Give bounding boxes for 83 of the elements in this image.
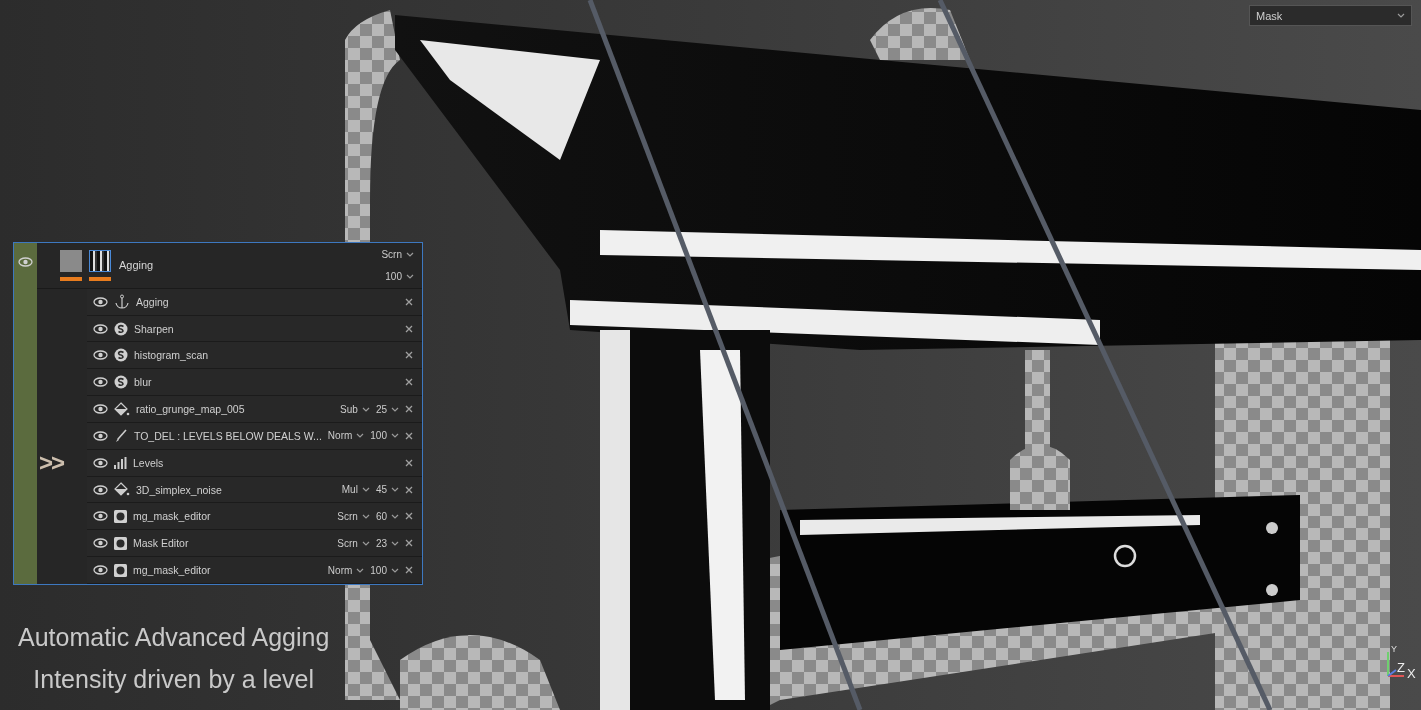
- eye-icon[interactable]: [92, 430, 108, 441]
- blend-mode-select[interactable]: Scrn: [337, 537, 370, 549]
- chevron-down-icon: [391, 513, 399, 519]
- effect-name: Sharpen: [133, 322, 175, 335]
- effect-name: histogram_scan: [133, 349, 210, 362]
- opacity-select[interactable]: 100: [370, 564, 399, 576]
- effect-name: blur: [133, 376, 153, 389]
- chevron-down-icon: [391, 487, 399, 493]
- axis-gizmo-drawing: Y ZX: [1380, 640, 1420, 682]
- blend-mode-select[interactable]: Sub: [340, 403, 370, 415]
- substance-icon: [113, 348, 128, 363]
- eye-icon[interactable]: [92, 404, 108, 415]
- effect-name: Levels: [132, 456, 165, 469]
- opacity-select[interactable]: 23: [375, 537, 399, 549]
- eye-icon[interactable]: [92, 377, 108, 388]
- close-icon[interactable]: [405, 566, 413, 575]
- chevron-down-icon: [356, 567, 365, 573]
- chevron-down-icon: [1397, 13, 1405, 18]
- effect-name: Mask Editor: [132, 537, 190, 550]
- mask-square-icon: [113, 536, 127, 550]
- close-icon[interactable]: [405, 324, 413, 333]
- pointer-arrows: >>: [38, 450, 63, 475]
- chevron-down-icon: [391, 540, 399, 546]
- chevron-down-icon: [391, 433, 399, 439]
- effect-name: 3D_simplex_noise: [135, 483, 223, 496]
- effect-name: Agging: [135, 295, 170, 308]
- layer-thumbnail[interactable]: [59, 249, 82, 272]
- brush-icon: [113, 428, 128, 443]
- anchor-icon: [113, 293, 130, 310]
- effect-name: TO_DEL : LEVELS BELOW DEALS W...: [133, 429, 322, 442]
- eye-icon[interactable]: [92, 511, 108, 522]
- blend-mode-select[interactable]: Mul: [341, 484, 370, 496]
- close-icon[interactable]: [405, 405, 413, 414]
- chevron-down-icon: [406, 273, 414, 279]
- close-icon[interactable]: [405, 458, 413, 467]
- close-icon[interactable]: [405, 297, 413, 306]
- levels-bars-icon: [113, 456, 127, 469]
- close-icon[interactable]: [405, 431, 413, 440]
- eye-icon[interactable]: [92, 457, 108, 468]
- close-icon[interactable]: [405, 351, 413, 360]
- blend-mode-select[interactable]: Scrn: [381, 248, 414, 260]
- mask-thumbnail[interactable]: [88, 249, 111, 272]
- caption-line: Automatic Advanced Agging: [18, 622, 330, 653]
- layer-name[interactable]: Agging: [118, 259, 382, 272]
- eye-icon[interactable]: [92, 350, 108, 361]
- paint-bucket-icon: [113, 401, 130, 417]
- substance-icon: [113, 375, 128, 390]
- opacity-select[interactable]: 25: [375, 403, 399, 415]
- close-icon[interactable]: [405, 485, 413, 494]
- close-icon[interactable]: [405, 512, 413, 521]
- paint-bucket-icon: [113, 482, 130, 498]
- chevron-down-icon: [356, 433, 365, 439]
- channel-dropdown[interactable]: Mask: [1249, 5, 1412, 26]
- channel-bar: [88, 276, 111, 281]
- caption-line: Intensity driven by a level: [32, 664, 315, 695]
- channel-bar: [59, 276, 82, 281]
- mask-square-icon: [113, 509, 127, 523]
- opacity-select[interactable]: 100: [385, 270, 414, 282]
- chevron-down-icon: [391, 406, 399, 412]
- opacity-select[interactable]: 60: [375, 510, 399, 522]
- effect-name: ratio_grunge_map_005: [135, 403, 246, 416]
- eye-icon[interactable]: [92, 565, 108, 576]
- chevron-down-icon: [406, 251, 414, 257]
- eye-icon[interactable]: [92, 538, 108, 549]
- effect-name: mg_mask_editor: [132, 564, 212, 577]
- blend-mode-select[interactable]: Scrn: [337, 510, 370, 522]
- substance-icon: [113, 321, 128, 336]
- effect-name: mg_mask_editor: [132, 510, 212, 523]
- close-icon[interactable]: [405, 539, 413, 548]
- blend-mode-select[interactable]: Norm: [327, 430, 365, 442]
- opacity-select[interactable]: 45: [375, 484, 399, 496]
- eye-icon[interactable]: [92, 323, 108, 334]
- eye-icon[interactable]: [92, 296, 108, 307]
- blend-mode-select[interactable]: Norm: [327, 564, 365, 576]
- chevron-down-icon: [361, 487, 370, 493]
- chevron-down-icon: [361, 540, 370, 546]
- mask-square-icon: [113, 563, 127, 577]
- eye-icon[interactable]: [92, 484, 108, 495]
- opacity-select[interactable]: 100: [370, 430, 399, 442]
- chevron-down-icon: [361, 406, 370, 412]
- chevron-down-icon: [391, 567, 399, 573]
- chevron-down-icon: [361, 513, 370, 519]
- close-icon[interactable]: [405, 378, 413, 387]
